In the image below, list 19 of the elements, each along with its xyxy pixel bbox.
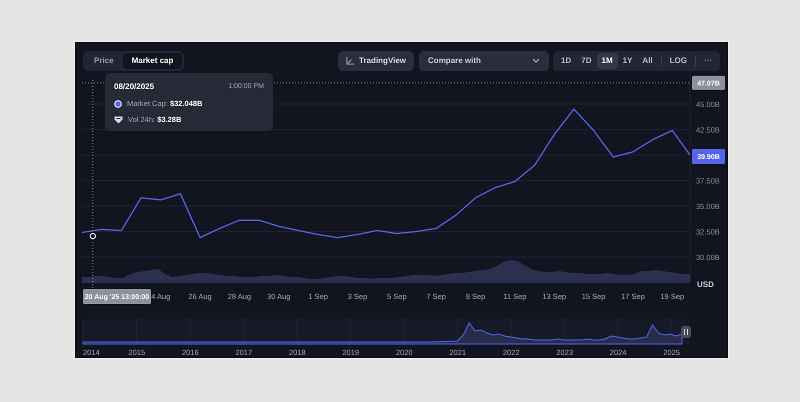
crosshair-dot xyxy=(90,232,96,240)
chart-tab[interactable]: Market cap xyxy=(122,52,182,68)
tooltip-date: 08/20/2025 xyxy=(114,81,154,93)
chart-tab[interactable]: Price xyxy=(85,52,123,68)
range-button[interactable]: 1Y xyxy=(618,52,638,68)
tradingview-button[interactable]: TradingView xyxy=(338,50,414,70)
range-button[interactable]: 7D xyxy=(576,52,596,68)
log-button[interactable]: LOG xyxy=(664,52,692,68)
chevron-down-icon xyxy=(532,58,540,63)
range-button[interactable]: All xyxy=(637,52,658,68)
more-button[interactable]: ··· xyxy=(699,52,717,68)
chart-line-icon xyxy=(346,56,356,65)
circle-icon xyxy=(114,100,122,108)
range-button[interactable]: 1M xyxy=(596,52,618,68)
slider-handle[interactable] xyxy=(681,326,691,338)
currency-label: USD xyxy=(697,280,714,289)
compare-dropdown[interactable]: Compare with xyxy=(419,50,550,70)
shield-icon xyxy=(114,116,123,124)
range-button[interactable]: 1D xyxy=(556,52,576,68)
